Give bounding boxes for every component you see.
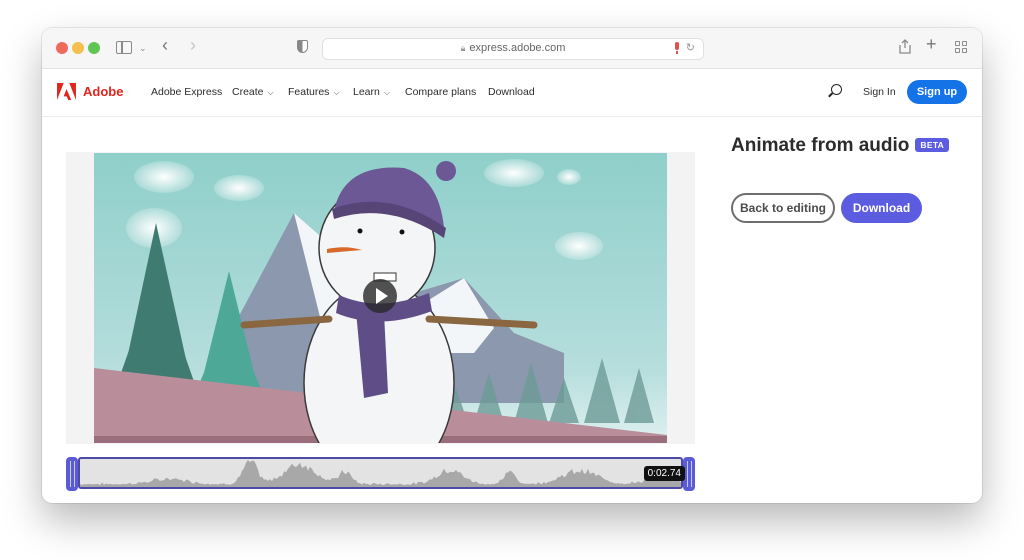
- close-window-button[interactable]: [56, 42, 68, 54]
- page-title: Animate from audio BETA: [731, 135, 950, 157]
- audio-timeline[interactable]: 0:02.74: [66, 457, 695, 491]
- nav-label: Create: [232, 86, 264, 98]
- nav-label: Compare plans: [405, 86, 477, 98]
- audio-waveform-track[interactable]: [78, 457, 683, 489]
- reload-icon[interactable]: ↻: [686, 41, 695, 54]
- nav-label: Download: [488, 86, 535, 98]
- lock-icon: 🔒︎: [460, 43, 466, 53]
- title-text: Animate from audio: [731, 135, 910, 156]
- sidebar-icon[interactable]: [116, 41, 132, 54]
- beta-badge: BETA: [915, 138, 950, 152]
- chevron-down-icon: ⌵: [383, 88, 390, 97]
- trim-handle-start[interactable]: [66, 457, 78, 491]
- chevron-down-icon[interactable]: ⌄: [139, 41, 147, 55]
- browser-window: ⌄ ‹ › 🔒︎ express.adobe.com ↻ + Adobe Adob…: [42, 28, 982, 503]
- browser-toolbar: ⌄ ‹ › 🔒︎ express.adobe.com ↻ +: [42, 28, 982, 69]
- duration-label: 0:02.74: [643, 466, 685, 481]
- adobe-logo-icon[interactable]: [57, 83, 76, 100]
- url-display[interactable]: 🔒︎ express.adobe.com: [323, 42, 703, 54]
- search-icon[interactable]: [831, 84, 842, 95]
- chevron-right-icon[interactable]: ›: [190, 36, 196, 54]
- nav-label: Adobe Express: [151, 86, 223, 98]
- zoom-window-button[interactable]: [88, 42, 100, 54]
- site-header: Adobe Adobe Express Create ⌵ Features ⌵ Le…: [42, 69, 982, 117]
- back-to-editing-button[interactable]: Back to editing: [731, 193, 835, 223]
- microphone-icon[interactable]: [675, 42, 679, 54]
- nav-item-compare-plans[interactable]: Compare plans: [405, 86, 476, 98]
- adobe-brand[interactable]: Adobe: [83, 84, 123, 99]
- play-button[interactable]: [363, 279, 397, 313]
- minimize-window-button[interactable]: [72, 42, 84, 54]
- nav-item-learn[interactable]: Learn ⌵: [353, 86, 390, 98]
- nav-item-features[interactable]: Features ⌵: [288, 86, 340, 98]
- share-icon[interactable]: [899, 39, 911, 56]
- chevron-down-icon: ⌵: [267, 88, 274, 97]
- audio-waveform: [80, 460, 681, 487]
- grid-icon[interactable]: [955, 41, 967, 53]
- nav-label: Learn: [353, 86, 380, 98]
- nav-item-adobe-express[interactable]: Adobe Express: [151, 86, 222, 98]
- download-button[interactable]: Download: [841, 193, 922, 223]
- address-bar[interactable]: 🔒︎ express.adobe.com ↻: [322, 38, 704, 60]
- nav-item-create[interactable]: Create ⌵: [232, 86, 274, 98]
- url-text: express.adobe.com: [469, 42, 566, 54]
- shield-icon[interactable]: [297, 40, 308, 53]
- plus-icon[interactable]: +: [926, 35, 937, 53]
- chevron-down-icon: ⌵: [333, 88, 340, 97]
- nav-label: Features: [288, 86, 330, 98]
- nav-item-download[interactable]: Download: [488, 86, 535, 98]
- chevron-left-icon[interactable]: ‹: [162, 36, 168, 54]
- sign-up-button[interactable]: Sign up: [907, 80, 967, 104]
- sign-in-link[interactable]: Sign In: [863, 86, 896, 98]
